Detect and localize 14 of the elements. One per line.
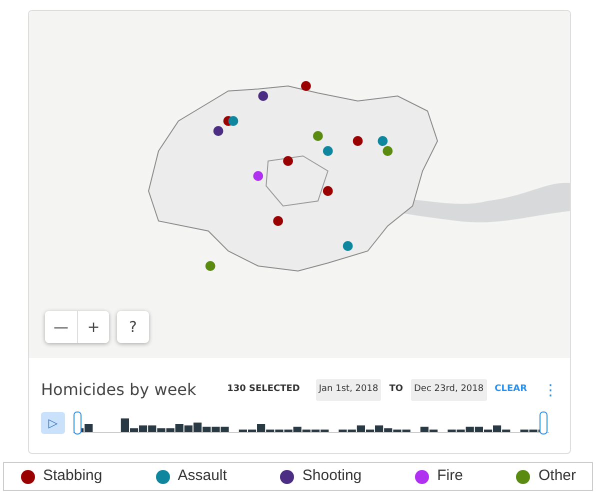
selected-count: 130 SELECTED — [227, 383, 300, 396]
legend-label: Other — [538, 466, 576, 486]
zoom-in-button[interactable]: + — [77, 311, 109, 343]
zoom-out-button[interactable]: — — [45, 311, 77, 343]
play-button[interactable]: ▷ — [41, 412, 65, 434]
end-date-field[interactable]: Dec 23rd, 2018 — [411, 379, 487, 401]
start-date-field[interactable]: Jan 1st, 2018 — [316, 379, 382, 401]
chart-title: Homicides by week — [41, 379, 196, 401]
legend-label: Shooting — [302, 466, 362, 486]
legend-label: Assault — [178, 466, 227, 486]
help-button[interactable]: ? — [117, 311, 149, 343]
legend-label: Fire — [437, 466, 463, 486]
to-label: TO — [389, 383, 403, 396]
legend-label: Stabbing — [43, 466, 102, 486]
